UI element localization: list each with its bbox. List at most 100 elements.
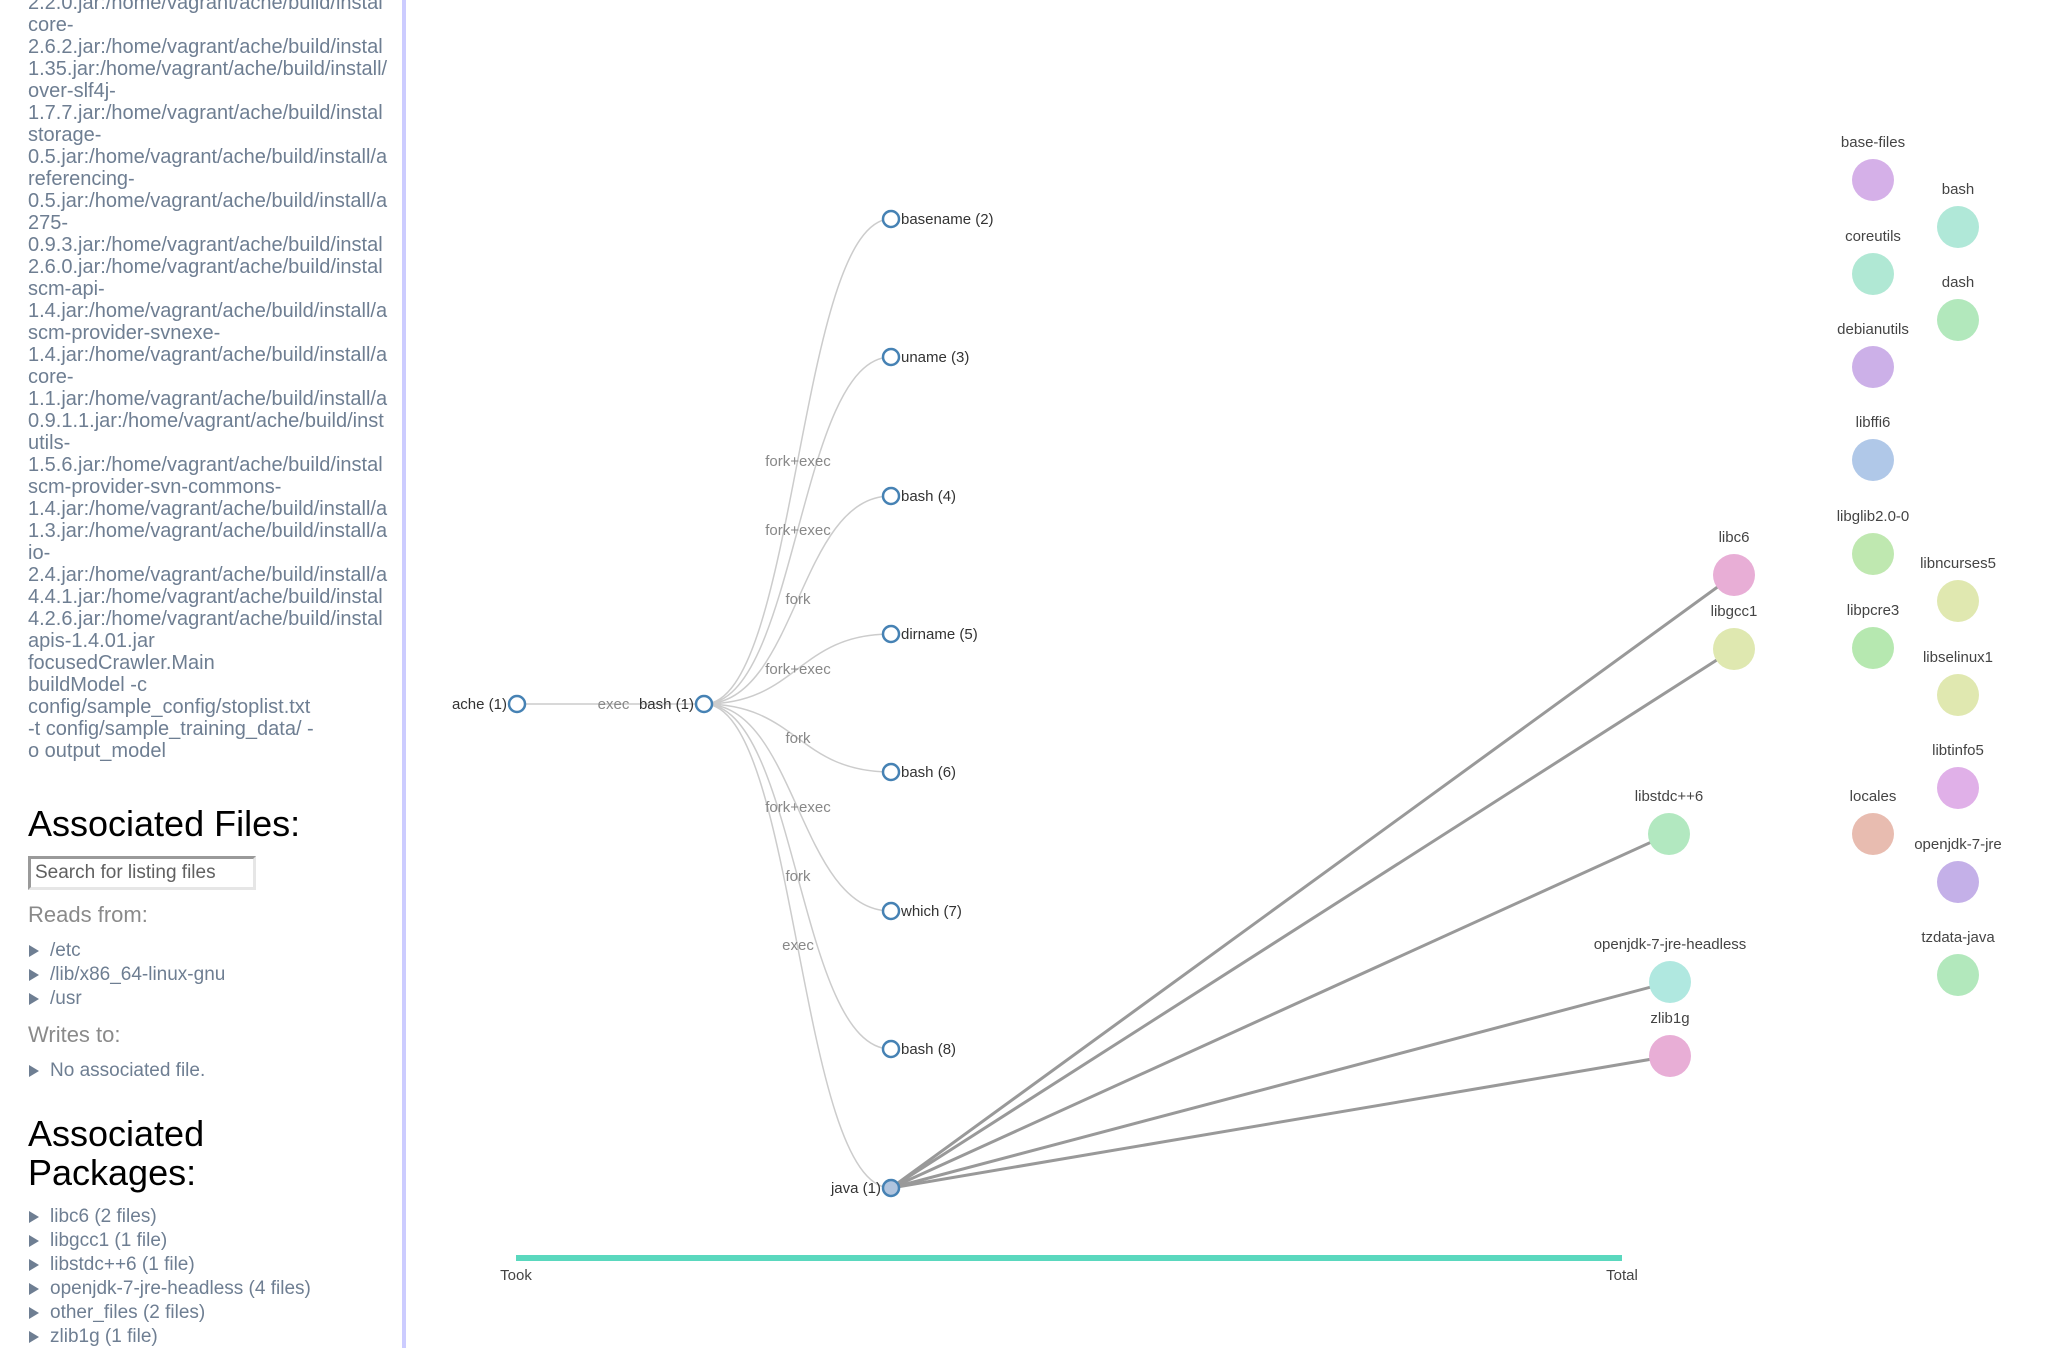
package-node[interactable]: base-files: [1841, 134, 1905, 201]
linked-package-node[interactable]: libgcc1: [1711, 603, 1758, 670]
package-node[interactable]: libselinux1: [1923, 649, 1993, 716]
process-node-label: ache (1): [452, 696, 507, 713]
package-circle[interactable]: [1648, 813, 1690, 855]
process-graph: exec fork+exec fork+exec fork fork+exec fork f…: [452, 134, 2002, 1284]
process-node-label: bash (1): [639, 696, 694, 713]
linked-package-node[interactable]: zlib1g: [1649, 1010, 1691, 1077]
package-label: libstdc++6: [1635, 788, 1703, 805]
process-node-label: java (1): [830, 1180, 881, 1197]
package-circle[interactable]: [1937, 206, 1979, 248]
package-circle[interactable]: [1937, 674, 1979, 716]
package-node[interactable]: libffi6: [1852, 414, 1894, 481]
process-node-circle[interactable]: [507, 694, 527, 714]
process-node-label: dirname (5): [901, 626, 978, 643]
process-node[interactable]: bash (8): [881, 1039, 956, 1059]
edge-label: fork+exec: [765, 799, 831, 816]
package-circle[interactable]: [1852, 627, 1894, 669]
package-node[interactable]: libtinfo5: [1932, 742, 1984, 809]
package-circle[interactable]: [1852, 253, 1894, 295]
process-node[interactable]: which (7): [881, 901, 962, 921]
package-label: zlib1g: [1650, 1010, 1689, 1027]
package-circle[interactable]: [1713, 554, 1755, 596]
package-circle[interactable]: [1937, 299, 1979, 341]
package-circle[interactable]: [1852, 346, 1894, 388]
package-circle[interactable]: [1937, 580, 1979, 622]
process-node[interactable]: bash (6): [881, 762, 956, 782]
process-node-label: which (7): [900, 903, 962, 920]
package-label: libtinfo5: [1932, 742, 1984, 759]
package-link-edge: [890, 1054, 1671, 1190]
package-label: debianutils: [1837, 321, 1909, 338]
package-label: bash: [1942, 181, 1975, 198]
package-node[interactable]: bash: [1937, 181, 1979, 248]
package-circle[interactable]: [1852, 159, 1894, 201]
edge-label: fork+exec: [765, 453, 831, 470]
package-label: libselinux1: [1923, 649, 1993, 666]
process-node-circle[interactable]: [881, 1039, 901, 1059]
package-label: libglib2.0-0: [1837, 508, 1910, 525]
package-label: openjdk-7-jre-headless: [1594, 936, 1747, 953]
process-node-circle[interactable]: [881, 762, 901, 782]
process-node[interactable]: uname (3): [881, 347, 969, 367]
process-node-circle[interactable]: [881, 209, 901, 229]
edge-label: exec: [782, 937, 814, 954]
linked-package-node[interactable]: openjdk-7-jre-headless: [1594, 936, 1747, 1003]
package-label: coreutils: [1845, 228, 1901, 245]
edge-label: fork: [785, 868, 811, 885]
package-label: libpcre3: [1847, 602, 1900, 619]
package-node[interactable]: libncurses5: [1920, 555, 1996, 622]
package-link-edge: [890, 980, 1671, 1190]
package-node[interactable]: libglib2.0-0: [1837, 508, 1910, 575]
package-node[interactable]: openjdk-7-jre: [1914, 836, 2002, 903]
package-link-edge: [890, 647, 1735, 1190]
process-node-label: bash (6): [901, 764, 956, 781]
package-node[interactable]: libpcre3: [1847, 602, 1900, 669]
package-label: locales: [1850, 788, 1897, 805]
package-circle[interactable]: [1713, 628, 1755, 670]
edge-label: exec: [598, 696, 630, 713]
package-label: libncurses5: [1920, 555, 1996, 572]
edge-label: fork+exec: [765, 522, 831, 539]
process-node-circle[interactable]: [881, 624, 901, 644]
package-link-edge: [890, 573, 1735, 1190]
process-node[interactable]: java (1): [830, 1178, 901, 1198]
package-circle[interactable]: [1937, 767, 1979, 809]
timeline-start-label: Took: [500, 1267, 532, 1284]
package-circle[interactable]: [1937, 861, 1979, 903]
process-node-label: bash (4): [901, 488, 956, 505]
package-circle[interactable]: [1852, 533, 1894, 575]
package-label: libc6: [1719, 529, 1750, 546]
edge-label: fork: [785, 591, 811, 608]
process-node[interactable]: ache (1): [452, 694, 527, 714]
package-label: libgcc1: [1711, 603, 1758, 620]
package-node[interactable]: tzdata-java: [1921, 929, 1995, 996]
package-circle[interactable]: [1649, 961, 1691, 1003]
process-node-circle[interactable]: [881, 486, 901, 506]
package-circle[interactable]: [1937, 954, 1979, 996]
timeline-end-label: Total: [1606, 1267, 1638, 1284]
package-label: dash: [1942, 274, 1975, 291]
edge-label: fork+exec: [765, 661, 831, 678]
edge-label: fork: [785, 730, 811, 747]
process-node-circle[interactable]: [694, 694, 714, 714]
process-node-circle[interactable]: [881, 901, 901, 921]
package-label: libffi6: [1856, 414, 1891, 431]
package-circle[interactable]: [1852, 813, 1894, 855]
process-node[interactable]: basename (2): [881, 209, 994, 229]
package-circle[interactable]: [1852, 439, 1894, 481]
process-node[interactable]: bash (4): [881, 486, 956, 506]
process-node-label: bash (8): [901, 1041, 956, 1058]
package-node[interactable]: dash: [1937, 274, 1979, 341]
process-node-circle[interactable]: [881, 347, 901, 367]
process-node-label: basename (2): [901, 211, 994, 228]
package-node[interactable]: coreutils: [1845, 228, 1901, 295]
package-node[interactable]: locales: [1850, 788, 1897, 855]
package-label: base-files: [1841, 134, 1905, 151]
process-node[interactable]: dirname (5): [881, 624, 978, 644]
package-circle[interactable]: [1649, 1035, 1691, 1077]
linked-package-node[interactable]: libc6: [1713, 529, 1755, 596]
package-label: tzdata-java: [1921, 929, 1995, 946]
package-node[interactable]: debianutils: [1837, 321, 1909, 388]
process-node-circle[interactable]: [881, 1178, 901, 1198]
process-node[interactable]: bash (1): [639, 694, 714, 714]
